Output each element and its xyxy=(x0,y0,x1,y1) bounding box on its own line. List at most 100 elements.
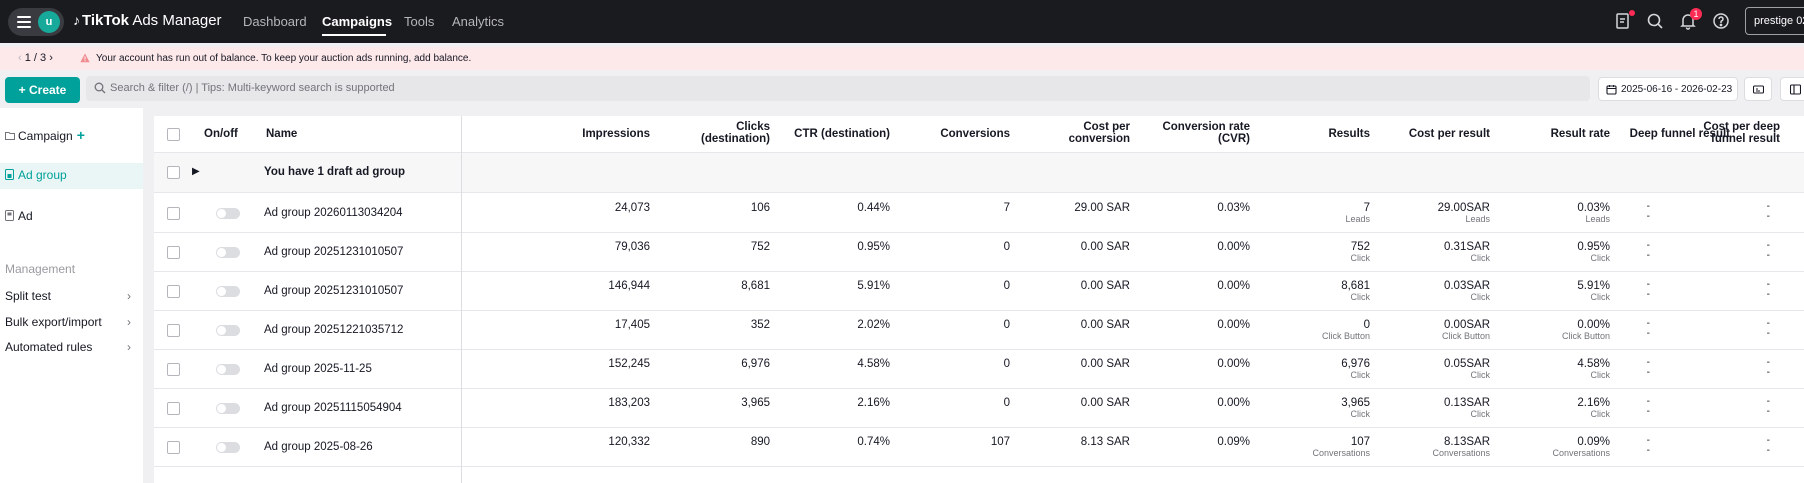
search-filter-input[interactable]: Search & filter (/) | Tips: Multi-keywor… xyxy=(86,76,1590,101)
cell-cost-per-deep-funnel-result: -- xyxy=(1620,202,1770,222)
notice-pager: ‹ 1 / 3 › xyxy=(18,52,53,64)
avatar[interactable]: u xyxy=(38,11,60,33)
row-checkbox[interactable] xyxy=(167,363,180,376)
sidebar-link-label: Bulk export/import xyxy=(5,315,102,329)
folder-icon xyxy=(5,132,15,140)
cell-value: - xyxy=(1766,250,1770,261)
search-placeholder: Search & filter (/) | Tips: Multi-keywor… xyxy=(110,82,395,94)
cell-value: - xyxy=(1766,445,1770,456)
hamburger-icon[interactable] xyxy=(17,16,31,28)
search-icon[interactable] xyxy=(1646,12,1664,30)
logo-product: Ads Manager xyxy=(132,12,222,29)
draft-text: You have 1 draft ad group xyxy=(264,166,405,178)
row-checkbox[interactable] xyxy=(167,324,180,337)
logo-brand: TikTok xyxy=(82,12,129,29)
sidebar-link-bulk-export-import[interactable]: Bulk export/import › xyxy=(5,315,133,329)
nav-tools[interactable]: Tools xyxy=(404,14,434,29)
sidebar-link-split-test[interactable]: Split test › xyxy=(5,289,133,303)
active-nav-indicator xyxy=(322,34,386,36)
ad-group-name-link[interactable]: Ad group 2025-11-25 xyxy=(264,363,372,375)
header-cpdfr-line2: funnel result xyxy=(1710,133,1780,145)
frozen-column-divider xyxy=(461,116,462,483)
table-row[interactable]: Ad group 2025-11-25 152,245 6,976 4.58% 0 0.0… xyxy=(154,350,1804,389)
status-toggle[interactable] xyxy=(216,364,240,375)
draft-row-checkbox[interactable] xyxy=(167,166,180,179)
account-switcher[interactable]: prestige 02 xyxy=(1745,7,1804,35)
cell-value: - xyxy=(1766,406,1770,417)
cell-cost-per-deep-funnel-result: -- xyxy=(1620,319,1770,339)
sidebar-link-label: Automated rules xyxy=(5,340,93,354)
ad-group-name-link[interactable]: Ad group 20251115054904 xyxy=(264,402,402,414)
sidebar-item-ad[interactable]: Ad xyxy=(5,209,33,223)
row-checkbox[interactable] xyxy=(167,441,180,454)
table-row[interactable]: Ad group 20251231010507 146,944 8,681 5.91%… xyxy=(154,272,1804,311)
nav-campaigns[interactable]: Campaigns xyxy=(322,14,392,29)
columns-button[interactable] xyxy=(1780,77,1804,101)
tiktok-ads-manager-logo[interactable]: ♪ TikTok Ads Manager xyxy=(73,12,222,29)
table-row[interactable]: Ad group 20251115054904 183,203 3,965 2.16%… xyxy=(154,389,1804,428)
ad-group-name-link[interactable]: Ad group 20251221035712 xyxy=(264,324,403,336)
table-row[interactable]: Ad group 20251231010507 79,036 752 0.95% 0 0.… xyxy=(154,233,1804,272)
ad-group-name-link[interactable]: Ad group 20260113034204 xyxy=(264,207,403,219)
add-campaign-icon[interactable]: + xyxy=(77,127,85,143)
notice-page-current: 1 xyxy=(24,52,31,64)
status-toggle[interactable] xyxy=(216,325,240,336)
chevron-right-icon: › xyxy=(127,289,131,303)
cell-cost-per-deep-funnel-result: -- xyxy=(1620,280,1770,300)
next-notice-icon[interactable]: › xyxy=(49,52,53,64)
ad-group-name-link[interactable]: Ad group 20251231010507 xyxy=(264,246,403,258)
status-toggle[interactable] xyxy=(216,208,240,219)
chevron-right-icon: › xyxy=(127,315,131,329)
sidebar-link-label: Split test xyxy=(5,289,52,303)
search-icon xyxy=(94,82,106,94)
sidebar-item-campaign[interactable]: Campaign + xyxy=(5,127,85,143)
header-name[interactable]: Name xyxy=(266,128,297,140)
cell-cost-per-deep-funnel-result: -- xyxy=(1620,436,1770,456)
account-menu-button[interactable]: u xyxy=(8,8,64,36)
notice-message: Your account has run out of balance. To … xyxy=(96,53,472,64)
draft-row[interactable]: ▶ You have 1 draft ad group xyxy=(154,153,1804,193)
status-toggle[interactable] xyxy=(216,442,240,453)
columns-icon xyxy=(1790,84,1801,95)
select-all-checkbox[interactable] xyxy=(167,128,180,141)
ad-group-name-link[interactable]: Ad group 20251231010507 xyxy=(264,285,403,297)
table-row[interactable]: Ad group 20260113034204 24,073 106 0.44% 7 29… xyxy=(154,194,1804,233)
sidebar-label-ad: Ad xyxy=(18,209,33,223)
nav-analytics[interactable]: Analytics xyxy=(452,14,504,29)
sidebar-link-automated-rules[interactable]: Automated rules › xyxy=(5,340,133,354)
ad-group-name-link[interactable]: Ad group 2025-08-26 xyxy=(264,441,373,453)
expand-caret-icon[interactable]: ▶ xyxy=(192,166,200,177)
cell-value: - xyxy=(1766,328,1770,339)
cell-cost-per-deep-funnel-result: -- xyxy=(1620,397,1770,417)
sidebar-label-campaign: Campaign xyxy=(18,129,73,143)
nav-dashboard[interactable]: Dashboard xyxy=(243,14,307,29)
warning-icon xyxy=(80,53,90,63)
tiktok-logo-icon: ♪ xyxy=(73,12,80,28)
table-row[interactable]: Ad group 2025-08-26 120,332 890 0.74% 107 8.1… xyxy=(154,428,1804,467)
row-checkbox[interactable] xyxy=(167,285,180,298)
sidebar-item-ad-group[interactable]: Ad group xyxy=(5,168,67,182)
row-checkbox[interactable] xyxy=(167,246,180,259)
table-row[interactable]: Ad group 20251221035712 17,405 352 2.02% 0 0.… xyxy=(154,311,1804,350)
notification-badge: 1 xyxy=(1690,8,1702,20)
timezone-button[interactable] xyxy=(1744,77,1772,101)
status-toggle[interactable] xyxy=(216,286,240,297)
header-onoff[interactable]: On/off xyxy=(204,128,238,140)
cell-value: - xyxy=(1766,367,1770,378)
row-checkbox[interactable] xyxy=(167,207,180,220)
ad-group-icon xyxy=(5,169,14,180)
status-toggle[interactable] xyxy=(216,403,240,414)
date-range-picker[interactable]: 2025-06-16 - 2026-02-23 xyxy=(1598,77,1738,101)
cell-cost-per-deep-funnel-result: -- xyxy=(1620,358,1770,378)
notice-page-total: 3 xyxy=(40,52,47,64)
header-cost-per-deep-funnel-result[interactable]: Cost per deep funnel result xyxy=(1630,121,1780,145)
management-title: Management xyxy=(5,262,76,276)
create-button[interactable]: + Create xyxy=(5,77,80,103)
sidebar-label-ad-group: Ad group xyxy=(18,168,67,182)
calendar-icon xyxy=(1606,85,1617,95)
prev-notice-icon[interactable]: ‹ xyxy=(18,52,22,64)
row-checkbox[interactable] xyxy=(167,402,180,415)
help-icon[interactable] xyxy=(1712,12,1730,30)
status-toggle[interactable] xyxy=(216,247,240,258)
task-alert-dot xyxy=(1629,10,1635,16)
